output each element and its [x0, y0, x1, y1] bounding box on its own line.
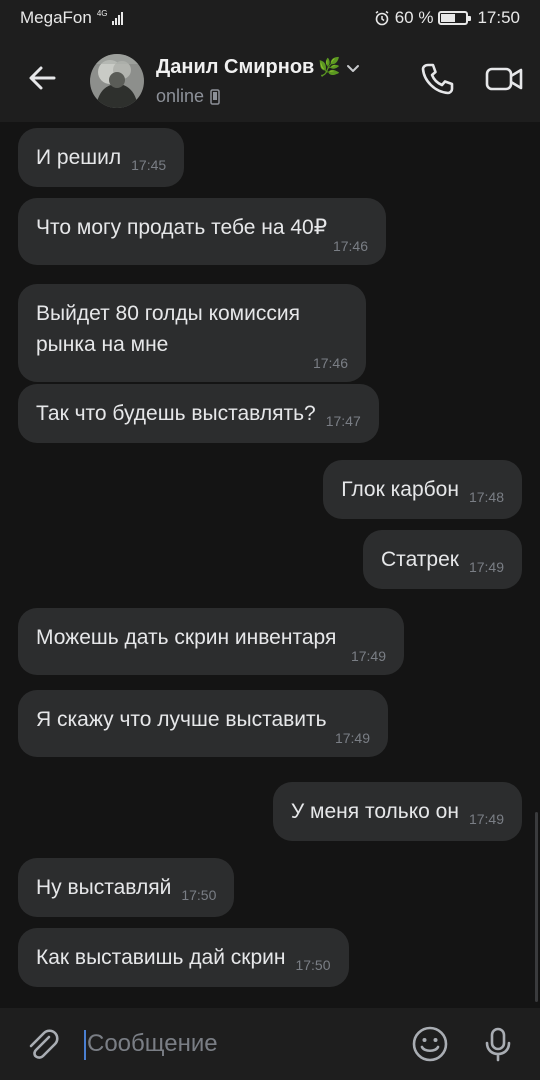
message-bubble-incoming[interactable]: И решил 17:45: [18, 128, 185, 187]
message-time: 17:46: [312, 355, 348, 371]
microphone-icon[interactable]: [478, 1024, 518, 1064]
message-text: Глок карбон: [341, 478, 459, 501]
chevron-down-icon[interactable]: [345, 60, 361, 76]
emoji-icon[interactable]: [410, 1024, 450, 1064]
status-bar-right: 60 % 17:50: [374, 8, 520, 28]
message-composer: Сообщение: [0, 1008, 540, 1080]
presence-row: online: [156, 86, 220, 107]
message-text: И решил: [36, 146, 122, 169]
message-text: Как выставишь дай скрин: [36, 946, 286, 969]
message-text: Я скажу что лучше выставить: [36, 708, 327, 731]
status-bar: MegaFon 4G 60 % 17:50: [0, 0, 540, 36]
signal-icon: [111, 11, 123, 25]
back-arrow-icon[interactable]: [22, 58, 62, 98]
message-time: 17:46: [332, 238, 368, 254]
battery-icon: [438, 11, 472, 25]
message-text: Ну выставляй: [36, 876, 172, 899]
message-text: Можешь дать скрин инвентаря: [36, 626, 337, 649]
message-input[interactable]: Сообщение: [84, 1026, 384, 1062]
message-time: 17:47: [325, 413, 361, 429]
message-time: 17:50: [295, 957, 331, 973]
phone-icon[interactable]: [418, 60, 456, 98]
clock: 17:50: [477, 8, 520, 27]
message-time: 17:50: [181, 887, 217, 903]
message-bubble-incoming[interactable]: Можешь дать скрин инвентаря 17:49: [18, 608, 404, 675]
message-input-placeholder: Сообщение: [87, 1030, 218, 1057]
contact-name-row[interactable]: Данил Смирнов 🌿: [156, 56, 361, 79]
text-caret: [84, 1029, 86, 1060]
video-camera-icon[interactable]: [484, 60, 524, 98]
battery-percent: 60 %: [394, 8, 434, 27]
scrollbar[interactable]: [535, 812, 538, 1002]
message-time: 17:49: [468, 811, 504, 827]
presence-status: online: [156, 86, 205, 106]
message-time: 17:49: [334, 730, 370, 746]
message-text: Статрек: [381, 548, 459, 571]
message-time: 17:48: [468, 489, 504, 505]
message-text: Что могу продать тебе на 40₽: [36, 216, 328, 239]
message-text: Так что будешь выставлять?: [36, 402, 316, 425]
message-bubble-outgoing[interactable]: Статрек 17:49: [363, 530, 522, 589]
avatar[interactable]: [90, 54, 144, 108]
message-text: У меня только он: [290, 800, 459, 823]
leaf-emoji: 🌿: [318, 57, 341, 77]
message-time: 17:45: [131, 157, 167, 173]
message-bubble-outgoing[interactable]: У меня только он 17:49: [272, 782, 522, 841]
message-list[interactable]: И решил 17:45 Что могу продать тебе на 40…: [0, 122, 540, 1008]
message-bubble-incoming[interactable]: Так что будешь выставлять? 17:47: [18, 384, 379, 443]
message-bubble-outgoing[interactable]: Глок карбон 17:48: [323, 460, 522, 519]
network-type: 4G: [96, 9, 108, 18]
message-bubble-incoming[interactable]: Ну выставляй 17:50: [18, 858, 235, 917]
message-bubble-incoming[interactable]: Я скажу что лучше выставить 17:49: [18, 690, 388, 757]
message-text: Выйдет 80 голды комиссия рынка на мне: [36, 302, 300, 356]
message-time: 17:49: [350, 648, 386, 664]
carrier-name: MegaFon: [20, 8, 92, 27]
status-bar-left: MegaFon 4G: [20, 8, 123, 28]
alarm-icon: [375, 10, 389, 26]
message-bubble-incoming[interactable]: Выйдет 80 голды комиссия рынка на мне 17…: [18, 284, 366, 382]
chat-header: Данил Смирнов 🌿 online: [0, 36, 540, 122]
message-bubble-incoming[interactable]: Как выставишь дай скрин 17:50: [18, 928, 349, 987]
message-time: 17:49: [468, 559, 504, 575]
paperclip-icon[interactable]: [22, 1024, 62, 1064]
message-bubble-incoming[interactable]: Что могу продать тебе на 40₽ 17:46: [18, 198, 386, 265]
mobile-device-icon: [210, 88, 220, 105]
contact-name: Данил Смирнов: [156, 56, 315, 78]
